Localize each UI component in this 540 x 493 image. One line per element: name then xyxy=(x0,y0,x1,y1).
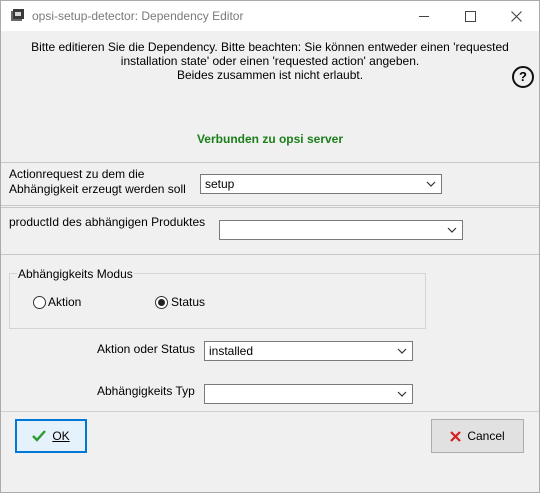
chevron-down-icon xyxy=(447,227,457,233)
dependency-type-label: Abhängigkeits Typ xyxy=(97,384,195,398)
x-icon xyxy=(450,430,462,442)
maximize-button[interactable] xyxy=(447,1,493,32)
info-message: Bitte editieren Sie die Dependency. Bitt… xyxy=(31,40,509,82)
cancel-button-label: Cancel xyxy=(467,429,505,443)
chevron-down-icon xyxy=(397,348,407,354)
minimize-button[interactable] xyxy=(401,1,447,32)
bottom-separator xyxy=(1,411,539,412)
radio-selected-dot xyxy=(158,299,165,306)
title-bar: opsi-setup-detector: Dependency Editor xyxy=(0,0,540,32)
action-or-status-value: installed xyxy=(209,344,254,358)
dependency-type-select[interactable] xyxy=(204,384,413,404)
chevron-down-icon xyxy=(426,181,436,187)
action-request-value: setup xyxy=(205,177,235,191)
radio-status[interactable] xyxy=(155,296,168,309)
radio-aktion[interactable] xyxy=(33,296,46,309)
window-title: opsi-setup-detector: Dependency Editor xyxy=(32,9,244,23)
product-id-label: productId des abhängigen Produktes xyxy=(9,215,206,229)
ok-button[interactable]: OK xyxy=(15,419,87,453)
action-or-status-label: Aktion oder Status xyxy=(97,342,196,356)
dependency-mode-label: Abhängigkeits Modus xyxy=(17,267,134,281)
cancel-button[interactable]: Cancel xyxy=(431,419,524,453)
action-request-label: Actionrequest zu dem die Abhängigkeit er… xyxy=(9,167,186,196)
action-request-panel: Actionrequest zu dem die Abhängigkeit er… xyxy=(1,162,539,206)
minimize-icon xyxy=(419,16,429,18)
product-id-panel: productId des abhängigen Produktes xyxy=(1,207,539,255)
action-or-status-select[interactable]: installed xyxy=(204,341,413,361)
close-icon xyxy=(510,11,522,23)
product-id-select[interactable] xyxy=(219,220,463,240)
maximize-icon xyxy=(464,11,476,23)
ok-button-label: OK xyxy=(52,429,70,443)
check-icon xyxy=(32,430,47,442)
radio-aktion-label[interactable]: Aktion xyxy=(48,295,81,310)
chevron-down-icon xyxy=(397,391,407,397)
help-icon[interactable]: ? xyxy=(512,66,534,88)
action-request-select[interactable]: setup xyxy=(200,174,442,194)
app-icon xyxy=(11,9,24,21)
close-button[interactable] xyxy=(493,1,539,32)
radio-status-label[interactable]: Status xyxy=(171,295,205,310)
connection-status: Verbunden zu opsi server xyxy=(196,132,344,146)
